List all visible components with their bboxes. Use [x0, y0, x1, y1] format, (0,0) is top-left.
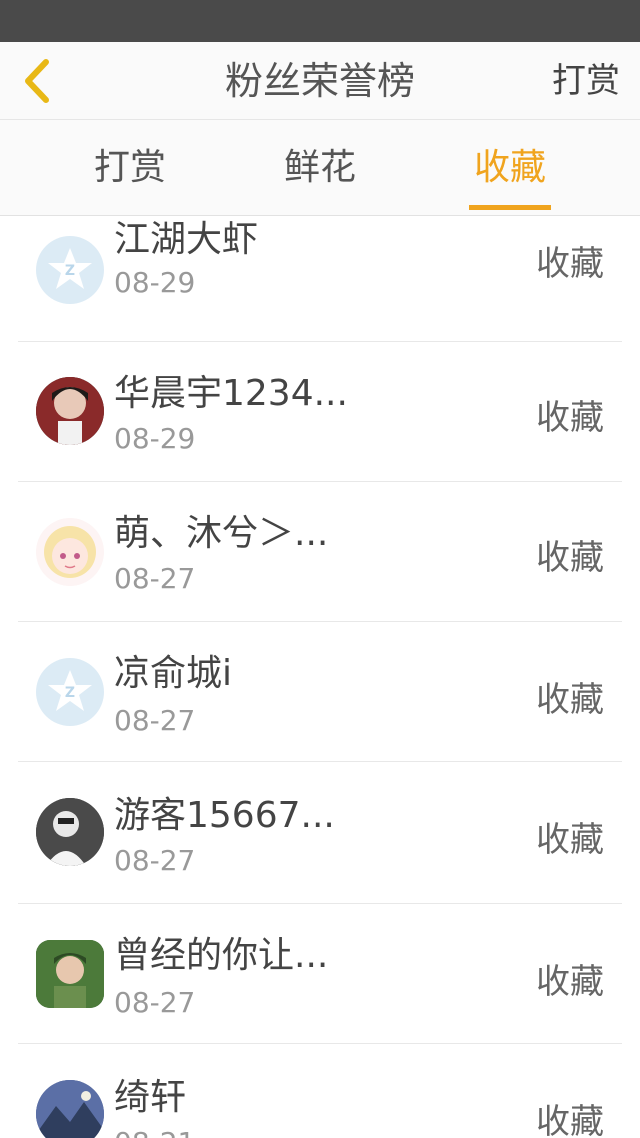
svg-text:Z: Z — [65, 685, 75, 701]
avatar — [36, 518, 104, 586]
tab-reward[interactable]: 打赏 — [70, 120, 190, 215]
fan-name: 曾经的你让... — [114, 935, 329, 976]
svg-text:Z: Z — [65, 263, 75, 279]
landscape-avatar-icon — [36, 1080, 104, 1138]
avatar — [36, 940, 104, 1008]
fan-list: Z 江湖大虾 08-29 收藏 华晨宇1234... 08-29 收藏 萌、沐兮… — [0, 216, 640, 1138]
user-photo-avatar-icon — [36, 798, 104, 866]
fan-name: 华晨宇1234... — [114, 373, 348, 414]
fan-name: 萌、沐兮＞... — [114, 513, 329, 554]
avatar: Z — [36, 658, 104, 726]
fan-date: 08-29 — [114, 266, 196, 299]
header-bar: 粉丝荣誉榜 打赏 — [0, 42, 640, 120]
action-label: 收藏 — [536, 244, 604, 284]
anime-girl-avatar-icon — [44, 526, 96, 578]
fan-name: 凉俞城i — [114, 653, 233, 694]
default-qq-avatar-icon: Z — [48, 248, 92, 289]
reward-button[interactable]: 打赏 — [552, 42, 620, 120]
fan-date: 08-27 — [114, 986, 196, 1019]
fan-name: 游客15667... — [114, 795, 335, 836]
fan-date: 08-27 — [114, 844, 196, 877]
fan-date: 08-27 — [114, 562, 196, 595]
action-label: 收藏 — [536, 820, 604, 860]
avatar — [36, 1080, 104, 1138]
user-photo-avatar-icon — [36, 377, 104, 445]
tab-favorites[interactable]: 收藏 — [450, 120, 570, 215]
avatar: Z — [36, 236, 104, 304]
action-label: 收藏 — [536, 538, 604, 578]
action-label: 收藏 — [536, 962, 604, 1002]
list-item[interactable]: 曾经的你让... 08-27 收藏 — [18, 904, 622, 1044]
action-label: 收藏 — [536, 398, 604, 438]
list-item[interactable]: Z 江湖大虾 08-29 收藏 — [18, 216, 622, 342]
action-label: 收藏 — [536, 1102, 604, 1138]
active-tab-indicator — [469, 205, 551, 210]
avatar — [36, 798, 104, 866]
fan-name: 绮轩 — [114, 1077, 187, 1118]
status-bar — [0, 0, 640, 42]
fan-date: 08-29 — [114, 422, 196, 455]
avatar — [36, 377, 104, 445]
fan-date: 08-21 — [114, 1126, 195, 1138]
default-qq-avatar-icon: Z — [48, 670, 92, 711]
list-item[interactable]: 萌、沐兮＞... 08-27 收藏 — [18, 482, 622, 622]
fan-name: 江湖大虾 — [114, 219, 259, 260]
action-label: 收藏 — [536, 680, 604, 720]
list-item[interactable]: 绮轩 08-21 收藏 — [18, 1046, 622, 1138]
user-photo-avatar-icon — [36, 940, 104, 1008]
tab-bar: 打赏 鲜花 收藏 — [0, 120, 640, 216]
page-title: 粉丝荣誉榜 — [224, 59, 415, 103]
fan-date: 08-27 — [114, 704, 196, 737]
list-item[interactable]: 华晨宇1234... 08-29 收藏 — [18, 342, 622, 482]
list-item[interactable]: Z 凉俞城i 08-27 收藏 — [18, 622, 622, 762]
tab-flowers[interactable]: 鲜花 — [260, 120, 380, 215]
list-item[interactable]: 游客15667... 08-27 收藏 — [18, 764, 622, 904]
